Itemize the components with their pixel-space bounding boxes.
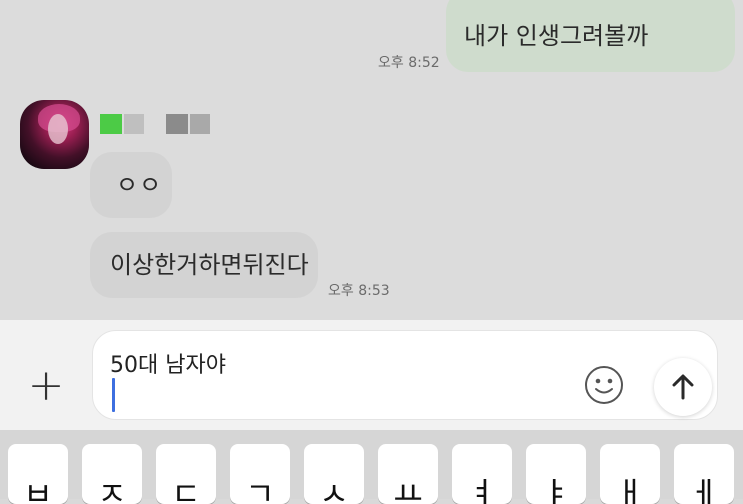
blur-block — [124, 114, 144, 134]
text-caret — [112, 378, 115, 412]
key[interactable]: ㅂ — [8, 444, 68, 504]
avatar-image-face — [48, 114, 68, 144]
chat-area: 내가 인생그려볼까 오후 8:52 ㅇㅇ 이상한거하면뒤진다 오후 8:53 — [0, 0, 743, 320]
send-button[interactable] — [654, 358, 712, 416]
key[interactable]: ㅛ — [378, 444, 438, 504]
blur-block — [190, 114, 210, 134]
message-time: 오후 8:53 — [328, 283, 390, 299]
key[interactable]: ㅐ — [600, 444, 660, 504]
other-message-bubble[interactable]: 이상한거하면뒤진다 — [90, 232, 318, 298]
key[interactable]: ㅅ — [304, 444, 364, 504]
arrow-up-icon — [672, 374, 694, 400]
my-message-bubble[interactable]: 내가 인생그려볼까 — [446, 0, 735, 72]
blur-block — [100, 114, 122, 134]
key[interactable]: ㅈ — [82, 444, 142, 504]
key[interactable]: ㅑ — [526, 444, 586, 504]
other-message-bubble[interactable]: ㅇㅇ — [90, 152, 172, 218]
blur-block — [166, 114, 188, 134]
key[interactable]: ㅔ — [674, 444, 734, 504]
message-text: ㅇㅇ — [116, 171, 163, 199]
key[interactable]: ㅕ — [452, 444, 512, 504]
message-input-value[interactable]: 50대 남자야 — [110, 347, 226, 379]
message-text: 내가 인생그려볼까 — [464, 22, 649, 50]
sender-name-blurred — [100, 114, 210, 134]
message-time: 오후 8:52 — [378, 55, 440, 71]
key[interactable]: ㄱ — [230, 444, 290, 504]
avatar[interactable] — [20, 100, 89, 169]
smiley-icon[interactable] — [583, 364, 625, 406]
plus-icon[interactable]: + — [24, 364, 68, 410]
message-text: 이상한거하면뒤진다 — [110, 251, 309, 279]
key[interactable]: ㄷ — [156, 444, 216, 504]
